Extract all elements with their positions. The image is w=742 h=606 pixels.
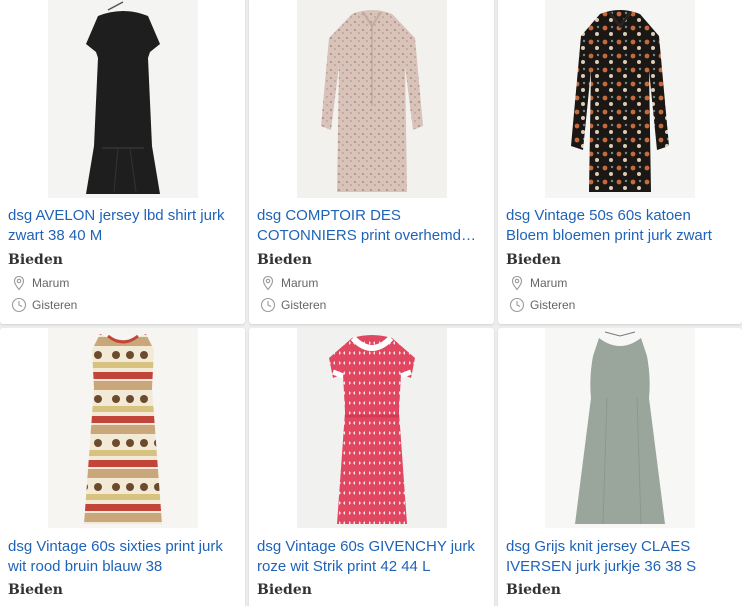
location-pin-icon bbox=[11, 275, 27, 291]
pink-bow-print-dress-photo bbox=[296, 328, 447, 528]
listing-time: Gisteren bbox=[509, 297, 575, 313]
listing-title[interactable]: dsg Vintage 60s GIVENCHY jurk roze wit S… bbox=[257, 537, 488, 577]
location-label: Marum bbox=[32, 276, 70, 290]
clock-icon bbox=[509, 297, 525, 313]
time-label: Gisteren bbox=[530, 298, 576, 312]
black-jersey-dress-photo bbox=[47, 0, 198, 198]
floral-shirt-dress-photo bbox=[296, 0, 447, 198]
location-pin-icon bbox=[509, 275, 525, 291]
striped-sixties-dress-photo bbox=[47, 328, 198, 528]
grey-knit-dress-photo bbox=[545, 328, 695, 528]
listing-image[interactable] bbox=[498, 0, 742, 198]
listing-price: Bieden bbox=[506, 252, 561, 268]
listing-price: Bieden bbox=[8, 252, 63, 268]
listing-location: Marum bbox=[509, 275, 567, 291]
listing-card[interactable]: dsg Vintage 60s GIVENCHY jurk roze wit S… bbox=[249, 328, 494, 606]
listing-time: Gisteren bbox=[11, 297, 77, 313]
listing-title[interactable]: dsg Grijs knit jersey CLAES IVERSEN jurk… bbox=[506, 537, 736, 577]
listing-title[interactable]: dsg Vintage 50s 60s katoen Bloem bloemen… bbox=[506, 206, 736, 246]
listing-card[interactable]: dsg COMPTOIR DES COTONNIERS print overhe… bbox=[249, 0, 494, 324]
listing-title[interactable]: dsg AVELON jersey lbd shirt jurk zwart 3… bbox=[8, 206, 239, 246]
listing-image[interactable] bbox=[249, 328, 494, 528]
clock-icon bbox=[260, 297, 276, 313]
listing-location: Marum bbox=[11, 275, 69, 291]
listing-card[interactable]: dsg Vintage 50s 60s katoen Bloem bloemen… bbox=[498, 0, 742, 324]
listing-card[interactable]: dsg Grijs knit jersey CLAES IVERSEN jurk… bbox=[498, 328, 742, 606]
time-label: Gisteren bbox=[32, 298, 78, 312]
listing-image[interactable] bbox=[0, 0, 245, 198]
listing-title[interactable]: dsg COMPTOIR DES COTONNIERS print overhe… bbox=[257, 206, 488, 246]
listing-location: Marum bbox=[260, 275, 318, 291]
time-label: Gisteren bbox=[281, 298, 327, 312]
listing-time: Gisteren bbox=[260, 297, 326, 313]
listing-price: Bieden bbox=[257, 582, 312, 598]
listing-image[interactable] bbox=[0, 328, 245, 528]
clock-icon bbox=[11, 297, 27, 313]
location-label: Marum bbox=[530, 276, 568, 290]
listing-card[interactable]: dsg Vintage 60s sixties print jurk wit r… bbox=[0, 328, 245, 606]
listing-card[interactable]: dsg AVELON jersey lbd shirt jurk zwart 3… bbox=[0, 0, 245, 324]
black-floral-shirt-dress-photo bbox=[545, 0, 695, 198]
listing-price: Bieden bbox=[8, 582, 63, 598]
listing-title[interactable]: dsg Vintage 60s sixties print jurk wit r… bbox=[8, 537, 239, 577]
listing-price: Bieden bbox=[257, 252, 312, 268]
location-pin-icon bbox=[260, 275, 276, 291]
location-label: Marum bbox=[281, 276, 319, 290]
listing-price: Bieden bbox=[506, 582, 561, 598]
listing-image[interactable] bbox=[249, 0, 494, 198]
listing-image[interactable] bbox=[498, 328, 742, 528]
listing-grid: dsg AVELON jersey lbd shirt jurk zwart 3… bbox=[0, 0, 742, 606]
